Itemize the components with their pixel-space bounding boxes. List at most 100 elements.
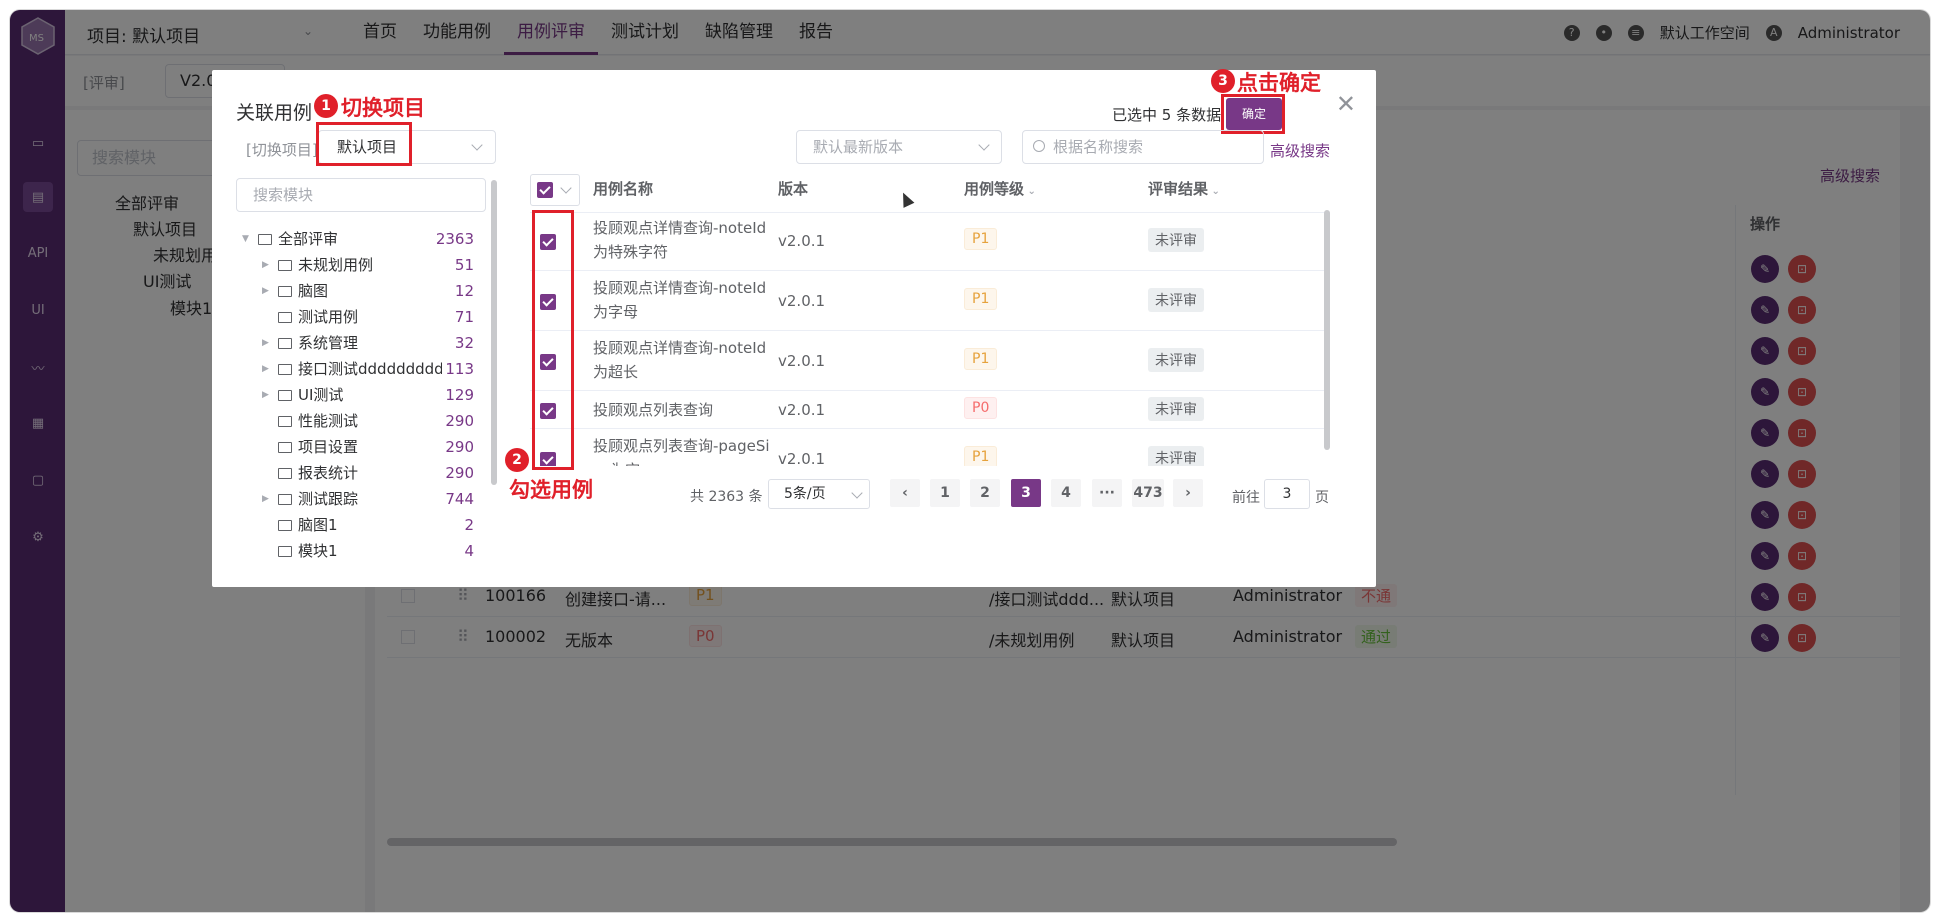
table-row[interactable]: 投顾观点详情查询-noteId 为超长 v2.0.1 P1 未评审 — [530, 332, 1330, 391]
case-name-line2[interactable]: ze为空 — [593, 458, 640, 466]
tree-node[interactable]: 报表统计 290 — [236, 460, 476, 486]
table-row[interactable]: 投顾观点详情查询-noteId 为字母 v2.0.1 P1 未评审 — [530, 272, 1330, 331]
tree-node[interactable]: ▶ 系统管理 32 — [236, 330, 476, 356]
tree-node-label: 报表统计 — [298, 464, 359, 482]
tree-node-count: 2 — [464, 516, 474, 534]
tree-node[interactable]: ▶ 接口测试ddddddddd... 113 — [236, 356, 476, 382]
tree-node[interactable]: ▶ 测试跟踪 744 — [236, 486, 476, 512]
case-name-line1[interactable]: 投顾观点详情查询-noteId — [593, 336, 766, 360]
level-badge: P0 — [964, 397, 998, 419]
col-name: 用例名称 — [593, 180, 654, 198]
case-name-line1[interactable]: 投顾观点列表查询-pageSi — [593, 434, 770, 458]
goto-input[interactable]: 3 — [1264, 479, 1310, 509]
tree-node-count: 51 — [454, 256, 474, 274]
case-name-line1[interactable]: 投顾观点详情查询-noteId — [593, 276, 766, 300]
case-name-line2[interactable]: 为字母 — [593, 300, 638, 324]
tree-node[interactable]: 性能测试 290 — [236, 408, 476, 434]
selected-count: 已选中 5 条数据 — [1112, 106, 1222, 124]
caret-right-icon[interactable]: ▶ — [262, 330, 269, 356]
page-ellipsis[interactable]: ··· — [1092, 479, 1122, 507]
page-size-value: 5条/页 — [784, 486, 826, 502]
review-result-badge: 未评审 — [1148, 228, 1204, 252]
tree-node-count: 32 — [454, 334, 474, 352]
name-search-input[interactable]: 根据名称搜索 — [1022, 130, 1264, 164]
tree-node[interactable]: ▶ 脑图 12 — [236, 278, 476, 304]
page-button[interactable]: 2 — [970, 479, 1000, 507]
folder-icon — [278, 286, 292, 297]
tree-node-count: 290 — [445, 412, 474, 430]
tree-node-label: 全部评审 — [278, 230, 339, 248]
caret-right-icon[interactable]: ▶ — [262, 486, 269, 512]
table-row[interactable]: 投顾观点列表查询-pageSi ze为空 v2.0.1 P1 未评审 — [530, 430, 1330, 466]
page-size-select[interactable]: 5条/页 — [768, 479, 870, 509]
tree-node-label: 测试用例 — [298, 308, 359, 326]
version-select[interactable]: 默认最新版本 — [796, 130, 1002, 164]
tree-node[interactable]: 脑图1 2 — [236, 512, 476, 538]
caret-right-icon[interactable]: ▶ — [262, 356, 269, 382]
annotation-box-confirm — [1221, 94, 1285, 134]
tree-node-count: 71 — [454, 308, 474, 326]
sort-icon[interactable]: ⌄ — [1208, 186, 1219, 197]
annotation-3-text: 点击确定 — [1237, 70, 1321, 95]
advanced-search-link[interactable]: 高级搜索 — [1270, 140, 1330, 161]
col-result[interactable]: 评审结果 ⌄ — [1148, 174, 1220, 212]
tree-node-count: 744 — [445, 490, 474, 508]
case-name-line2[interactable]: 为超长 — [593, 360, 638, 384]
tree-node[interactable]: 项目设置 290 — [236, 434, 476, 460]
case-version: v2.0.1 — [778, 450, 826, 466]
case-name-line1[interactable]: 投顾观点详情查询-noteId — [593, 216, 766, 240]
folder-icon — [278, 468, 292, 479]
tree-node[interactable]: 模块1 4 — [236, 538, 476, 558]
tree-scrollbar[interactable] — [491, 180, 497, 485]
next-page-button[interactable]: › — [1173, 479, 1203, 507]
table-row[interactable]: 投顾观点列表查询 v2.0.1 P0 未评审 — [530, 392, 1330, 429]
page-button-current[interactable]: 3 — [1011, 479, 1041, 507]
tree-node-label: 脑图1 — [298, 516, 338, 534]
tree-node[interactable]: ▶ UI测试 129 — [236, 382, 476, 408]
level-badge: P1 — [964, 228, 998, 250]
tree-node-label: 模块1 — [298, 542, 338, 558]
goto-suffix: 页 — [1315, 490, 1329, 506]
folder-icon — [278, 442, 292, 453]
page-button[interactable]: 473 — [1132, 479, 1164, 507]
caret-right-icon[interactable]: ▶ — [262, 278, 269, 304]
tree-node-label: 测试跟踪 — [298, 490, 359, 508]
level-badge: P1 — [964, 348, 998, 370]
caret-right-icon[interactable]: ▶ — [262, 252, 269, 278]
tree-node[interactable]: ▶ 未规划用例 51 — [236, 252, 476, 278]
chevron-down-icon — [978, 139, 990, 151]
col-level[interactable]: 用例等级 ⌄ — [964, 174, 1036, 212]
case-name-line2[interactable]: 为特殊字符 — [593, 240, 668, 264]
caret-right-icon[interactable]: ▶ — [262, 382, 269, 408]
col-result-label: 评审结果 — [1148, 180, 1209, 198]
caret-down-icon[interactable]: ▼ — [242, 226, 249, 252]
folder-icon — [278, 390, 292, 401]
case-table: 用例名称 版本 用例等级 ⌄ 评审结果 ⌄ 投顾观点详情查询-noteId 为特… — [530, 174, 1330, 466]
tree-node-count: 12 — [454, 282, 474, 300]
page-button[interactable]: 4 — [1051, 479, 1081, 507]
review-result-badge: 未评审 — [1148, 348, 1204, 372]
tree-node-label: 脑图 — [298, 282, 329, 300]
tree-node[interactable]: 测试用例 71 — [236, 304, 476, 330]
case-version: v2.0.1 — [778, 292, 826, 310]
case-name-line1[interactable]: 投顾观点列表查询 — [593, 398, 713, 422]
chevron-down-icon — [851, 487, 863, 499]
review-result-badge: 未评审 — [1148, 446, 1204, 466]
tree-node-count: 290 — [445, 438, 474, 456]
name-search-placeholder: 根据名称搜索 — [1053, 138, 1144, 156]
goto-label: 前往 — [1232, 490, 1260, 506]
search-icon — [1033, 140, 1045, 152]
case-version: v2.0.1 — [778, 232, 826, 250]
prev-page-button[interactable]: ‹ — [890, 479, 920, 507]
tree-node-count: 113 — [445, 360, 474, 378]
sort-icon[interactable]: ⌄ — [1024, 186, 1035, 197]
folder-icon — [278, 520, 292, 531]
close-icon[interactable]: ✕ — [1336, 90, 1356, 118]
page-button[interactable]: 1 — [930, 479, 960, 507]
table-row[interactable]: 投顾观点详情查询-noteId 为特殊字符 v2.0.1 P1 未评审 — [530, 212, 1330, 271]
tree-node-all[interactable]: ▼ 全部评审 2363 — [236, 226, 476, 252]
folder-icon — [278, 546, 292, 557]
table-scrollbar[interactable] — [1324, 210, 1330, 450]
module-search-input[interactable]: 搜索模块 — [236, 178, 486, 212]
switch-project-label: [切换项目] — [246, 141, 318, 159]
